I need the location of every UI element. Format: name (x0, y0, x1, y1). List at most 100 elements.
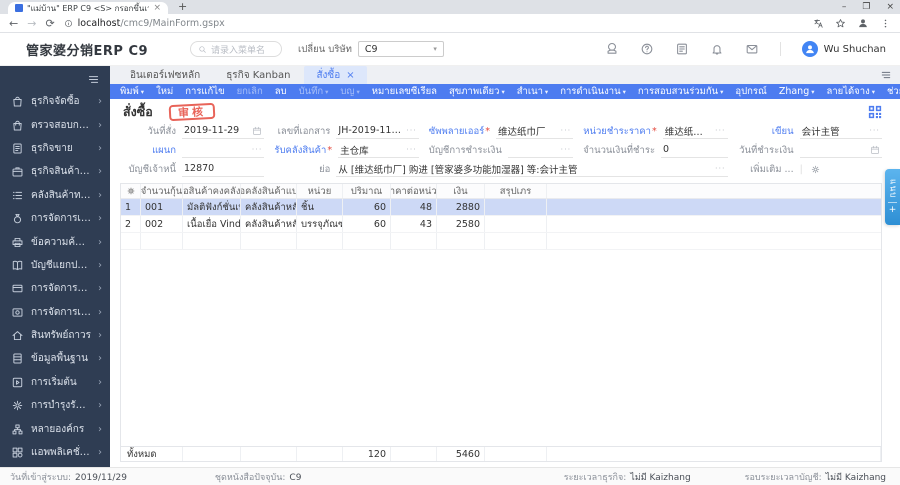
sidebar-item-11[interactable]: ข้อมูลพื้นฐาน › (0, 347, 110, 370)
sidebar-item-2[interactable]: ธุรกิจขาย › (0, 137, 110, 160)
stamp-icon[interactable] (605, 42, 619, 56)
lookup-ellipsis-icon[interactable]: ··· (561, 145, 572, 154)
toolbar-button-15[interactable]: ช่วยเหลือ (887, 84, 900, 99)
toolbar-button-7[interactable]: หมายเลขซีเรียล (372, 84, 437, 99)
tab-list-menu-icon[interactable] (880, 69, 892, 81)
field-label-link[interactable]: เขียน (738, 124, 794, 139)
calendar-icon[interactable] (252, 126, 262, 136)
line-items-grid: จำนวนกุ้นชื่อสินค้าคงคลัง..ชื่อคลังสินค้… (120, 183, 882, 462)
reload-button[interactable]: ⟳ (45, 17, 54, 30)
toolbar-button-11[interactable]: การสอบสวนร่วมกัน ▾ (638, 84, 724, 99)
field-input[interactable]: 0 (661, 143, 728, 158)
toolbar-button-3[interactable]: ยกเลิก (237, 84, 263, 99)
field-label-link[interactable]: ซัพพลายเออร์* (429, 124, 490, 139)
sidebar-item-12[interactable]: การเริ่มต้น › (0, 371, 110, 394)
toolbar-button-label: บันทึก (298, 86, 324, 97)
company-select[interactable]: C9 ▾ (357, 41, 444, 57)
window-close-button[interactable]: × (886, 2, 894, 12)
db-icon (11, 352, 24, 365)
toolbar-button-8[interactable]: สุขภาพเดียว ▾ (449, 84, 505, 99)
field-input[interactable]: JH-2019-11-29-00004 ··· (336, 124, 419, 139)
toolbar-button-0[interactable]: พิมพ์ ▾ (120, 84, 144, 99)
workspace-tab-0[interactable]: อินเตอร์เฟซหลัก (118, 66, 212, 85)
search-input[interactable]: 请录入菜单名 (190, 41, 283, 57)
browser-tab[interactable]: "แม่บ้าน" ERP C9 <S> กรอกขึ้นเวอ × (8, 2, 168, 14)
field-label-link[interactable]: แผนก (120, 143, 176, 158)
notifications-bell-icon[interactable] (710, 42, 724, 56)
lookup-ellipsis-icon[interactable]: ··· (406, 145, 417, 154)
field-input[interactable]: 2019-11-29 (182, 124, 265, 139)
toolbar-button-2[interactable]: การแก้ไข (185, 84, 224, 99)
column-settings-gear-icon[interactable] (126, 186, 136, 196)
calendar-icon[interactable] (870, 145, 880, 155)
column-settings-cell[interactable] (121, 184, 141, 198)
sidebar-item-13[interactable]: การบำรุงรักษาระบบ › (0, 394, 110, 417)
sidebar-item-14[interactable]: หลายองค์กร › (0, 417, 110, 440)
sidebar-item-8[interactable]: การจัดการแคชเชียร์ › (0, 277, 110, 300)
tab-close-icon[interactable]: × (153, 3, 161, 13)
field-input[interactable]: ··· (182, 143, 265, 158)
new-tab-button[interactable]: + (178, 0, 187, 14)
field-input[interactable]: 维达纸巾厂 ··· (662, 124, 728, 139)
sidebar-item-5[interactable]: การจัดการเงิน › (0, 207, 110, 230)
sidebar-item-6[interactable]: ข้อความค้นหาอื่น ๆ › (0, 230, 110, 253)
field-input[interactable]: 主仓库 ··· (338, 143, 419, 158)
browser-profile-icon[interactable] (857, 17, 869, 29)
table-row[interactable]: 2002เนื้อเยื่อ Vindaคลังสินค้าหลักบรรจุภ… (121, 216, 881, 233)
field-input[interactable]: ··· (507, 143, 574, 158)
back-button[interactable]: ← (9, 17, 18, 30)
table-row[interactable]: 1001มัลติฟังก์ชั่นเพ...คลังสินค้าหลักชิ้… (121, 199, 881, 216)
window-minimize-button[interactable]: – (842, 2, 847, 12)
sidebar-item-3[interactable]: ธุรกิจสินค้าคงคลัง › (0, 160, 110, 183)
toolbar-button-4[interactable]: ลบ (275, 84, 287, 99)
toolbar-button-9[interactable]: สำเนา ▾ (517, 84, 548, 99)
sidebar-item-15[interactable]: แอพพลิเคชั่นเซ็นเตอร์ › (0, 441, 110, 464)
field-input[interactable]: 从 [维达纸巾厂] 购进 [管家婆多功能加湿器] 等:会计主管 ··· (336, 162, 728, 177)
tab-close-icon[interactable]: × (346, 70, 354, 81)
field-input[interactable] (799, 143, 882, 158)
sidebar-item-0[interactable]: ธุรกิจจัดซื้อ › (0, 90, 110, 113)
sidebar-item-9[interactable]: การจัดการเงินเดือน › (0, 301, 110, 324)
table-empty-row[interactable] (121, 233, 881, 250)
field-settings-gear-icon[interactable] (810, 164, 821, 175)
toolbar-button-13[interactable]: Zhang ▾ (779, 86, 815, 97)
sidebar-item-4[interactable]: คลังสินค้าทางกายภาพ › (0, 184, 110, 207)
field-label-link[interactable]: รับคลังสินค้า* (274, 143, 332, 158)
toolbar-button-12[interactable]: อุปกรณ์ (735, 84, 766, 99)
window-maximize-button[interactable]: ❐ (862, 2, 870, 12)
help-icon[interactable] (640, 42, 654, 56)
more-options-button[interactable]: | (800, 164, 821, 175)
lookup-ellipsis-icon[interactable]: ··· (869, 126, 880, 135)
side-panel-tab[interactable]: แนบ + (885, 169, 900, 225)
toolbar-button-1[interactable]: ใหม่ (156, 84, 173, 99)
field-input[interactable]: 12870 (182, 162, 265, 177)
forward-button[interactable]: → (27, 17, 36, 30)
lookup-ellipsis-icon[interactable]: ··· (715, 164, 726, 173)
field-label-link[interactable]: หน่วยชำระราคา* (583, 124, 657, 139)
user-menu[interactable]: Wu Shuchan (801, 41, 886, 57)
form-edit-icon[interactable] (675, 42, 689, 56)
site-info-icon[interactable] (64, 19, 73, 28)
url-field[interactable]: localhost/cmc9/MainForm.gspx (64, 18, 804, 29)
lookup-ellipsis-icon[interactable]: ··· (406, 126, 417, 135)
toolbar-button-5[interactable]: บันทึก ▾ (299, 84, 329, 99)
lookup-ellipsis-icon[interactable]: ··· (561, 126, 572, 135)
toolbar-button-6[interactable]: บญ ▾ (340, 84, 359, 99)
workspace-tab-2[interactable]: สั่งซื้อ × (304, 65, 367, 85)
browser-menu-icon[interactable] (880, 18, 891, 29)
translate-icon[interactable] (813, 18, 824, 29)
toolbar-button-14[interactable]: ลายได้จาง ▾ (827, 84, 875, 99)
bookmark-star-icon[interactable] (835, 18, 846, 29)
sidebar-collapse-icon[interactable] (77, 71, 110, 90)
sidebar-item-1[interactable]: ตรวจสอบการสั่งซื้อ › (0, 113, 110, 136)
workspace-tab-1[interactable]: ธุรกิจ Kanban (214, 66, 302, 85)
qr-code-icon[interactable] (868, 105, 882, 119)
field-input[interactable]: 会计主管 ··· (799, 124, 882, 139)
lookup-ellipsis-icon[interactable]: ··· (715, 126, 726, 135)
toolbar-button-10[interactable]: การดำเนินงาน ▾ (560, 84, 626, 99)
sidebar-item-7[interactable]: บัญชีแยกประเภททั่วไป › (0, 254, 110, 277)
mail-icon[interactable] (745, 42, 759, 56)
field-input[interactable]: 维达纸巾厂 ··· (496, 124, 574, 139)
sidebar-item-10[interactable]: สินทรัพย์ถาวร › (0, 324, 110, 347)
lookup-ellipsis-icon[interactable]: ··· (252, 145, 263, 154)
